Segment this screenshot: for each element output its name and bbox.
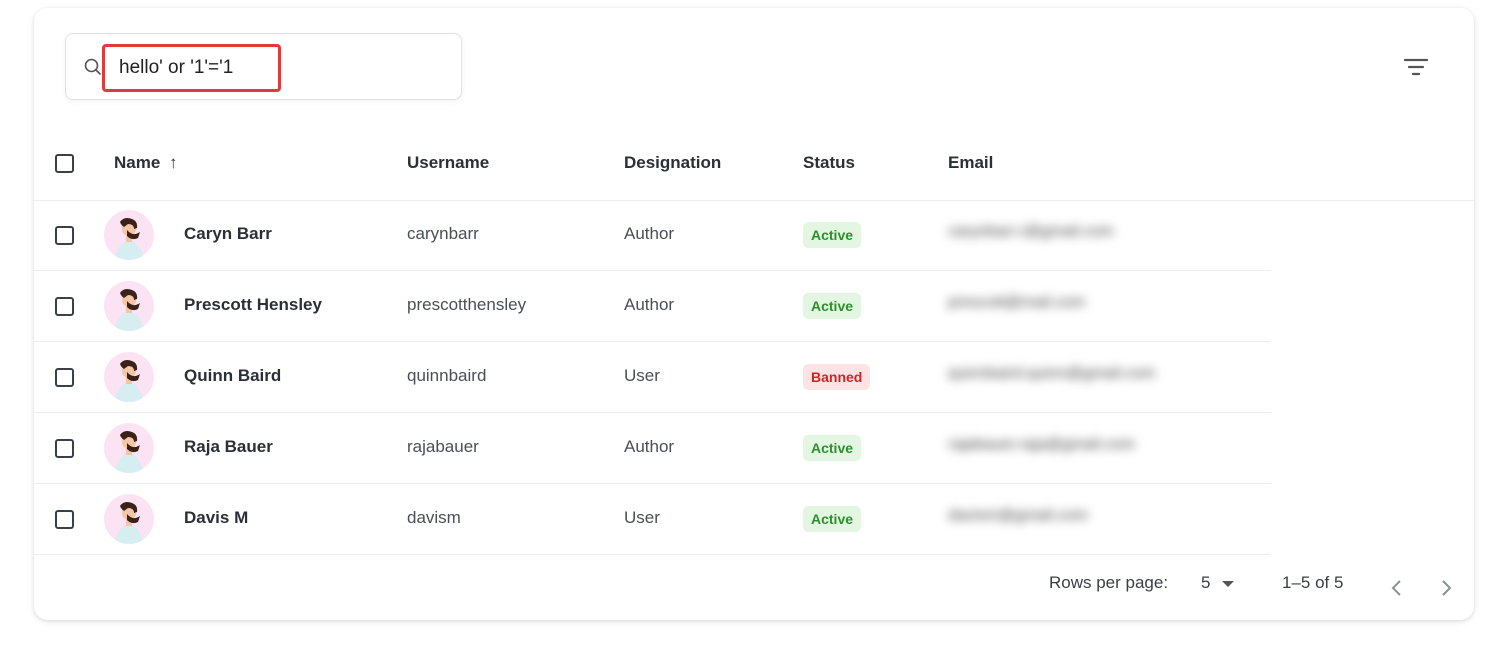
user-designation: Author [624,224,675,243]
avatar [104,281,154,331]
user-name: Prescott Hensley [184,295,322,314]
user-email-blurred: quinnbaird.quinn@gmail.com [948,365,1156,382]
status-badge: Active [803,435,862,461]
status-badge: Active [803,293,862,319]
user-email-blurred: prescott@mail.com [948,294,1086,311]
column-header-email[interactable]: Email [948,153,993,173]
row-checkbox[interactable] [55,368,74,387]
row-checkbox[interactable] [55,510,74,529]
user-username: carynbarr [407,224,479,243]
column-header-designation[interactable]: Designation [624,153,721,173]
column-name-label: Name [114,153,161,172]
column-header-username[interactable]: Username [407,153,489,173]
avatar [104,210,154,260]
user-username: prescotthensley [407,295,527,314]
table-row[interactable]: Caryn Barr carynbarr Author Active caryn… [34,200,1271,271]
filter-button[interactable] [1401,54,1431,80]
row-checkbox[interactable] [55,226,74,245]
rows-per-page-label: Rows per page: [1049,573,1169,592]
status-badge: Banned [803,364,871,390]
rows-per-page-value: 5 [1201,573,1211,592]
rows-per-page-select[interactable]: 5 [1201,573,1235,593]
filter-icon [1403,58,1429,76]
table-header: Name ↑ Username Designation Status Email [34,128,1474,201]
user-email-blurred: davism@gmail.com [948,507,1088,524]
users-table-card: Name ↑ Username Designation Status Email… [34,8,1474,620]
user-designation: User [624,508,660,527]
search-icon [84,58,101,75]
user-name: Raja Bauer [184,437,273,456]
search-box [65,33,462,100]
table-row[interactable]: Raja Bauer rajabauer Author Active rajab… [34,413,1271,484]
next-page-button[interactable] [1436,578,1456,598]
status-badge: Active [803,506,862,532]
user-name: Quinn Baird [184,366,282,385]
table-row[interactable]: Davis M davism User Active davism@gmail.… [34,484,1271,555]
avatar [104,494,154,544]
user-email-blurred: rajabauer.raja@gmail.com [948,436,1135,453]
status-badge: Active [803,222,862,248]
user-designation: User [624,366,660,385]
row-checkbox[interactable] [55,439,74,458]
user-name: Caryn Barr [184,224,272,243]
chevron-right-icon [1442,580,1452,596]
select-all-checkbox[interactable] [55,154,74,173]
column-header-status[interactable]: Status [803,153,855,173]
user-username: rajabauer [407,437,479,456]
avatar [104,352,154,402]
column-header-name[interactable]: Name ↑ [114,153,178,173]
row-checkbox[interactable] [55,297,74,316]
pagination-range: 1–5 of 5 [1282,573,1344,592]
user-email-blurred: carynbarr.r@gmail.com [948,223,1114,240]
user-username: davism [407,508,461,527]
user-designation: Author [624,295,675,314]
user-designation: Author [624,437,675,456]
user-username: quinnbaird [407,366,487,385]
table-row[interactable]: Prescott Hensley prescotthensley Author … [34,271,1271,342]
previous-page-button[interactable] [1387,578,1407,598]
caret-down-icon [1222,580,1235,587]
sort-ascending-icon: ↑ [169,153,178,172]
chevron-left-icon [1391,580,1401,596]
avatar [104,423,154,473]
search-input[interactable] [102,44,281,92]
user-name: Davis M [184,508,249,527]
table-row[interactable]: Quinn Baird quinnbaird User Banned quinn… [34,342,1271,413]
